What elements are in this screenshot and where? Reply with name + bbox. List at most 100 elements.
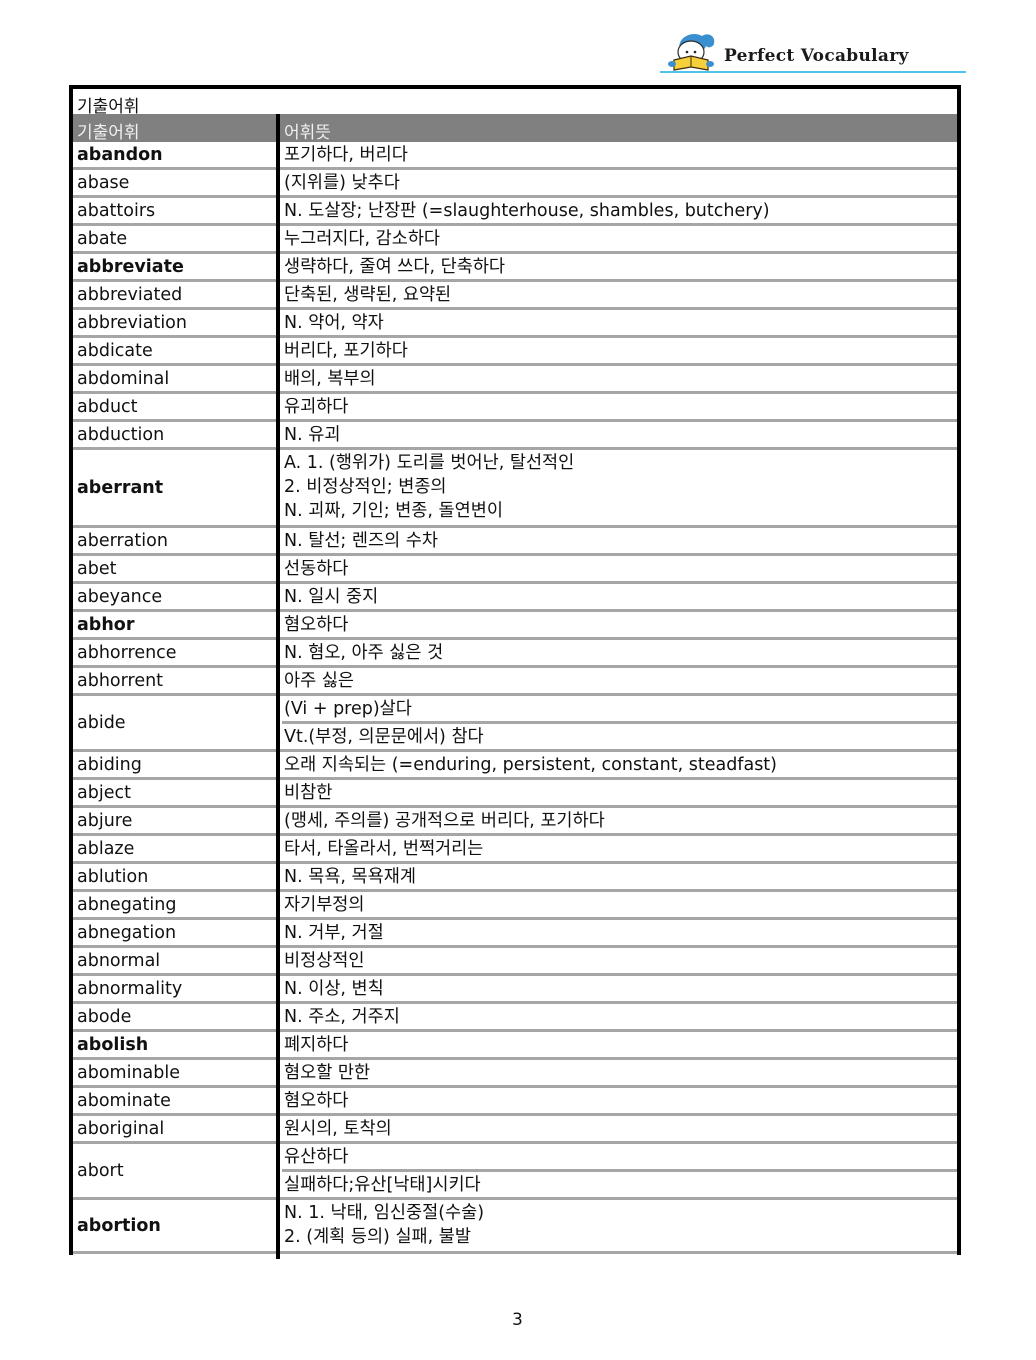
vocab-meaning-cell: 유산하다실패하다;유산[낙태]시키다 [282,1144,957,1195]
vocab-word: aboriginal [77,1118,165,1139]
vocab-meaning-cell: N. 거부, 거절 [282,920,957,945]
table-row: abhor 혐오하다 [73,612,957,640]
vocab-word: aberration [77,530,168,551]
table-row: abominable 혐오할 만한 [73,1060,957,1088]
vocab-meaning-cell: N. 도살장; 난장판 (=slaughterhouse, shambles, … [282,198,957,223]
meaning-line: 선동하다 [284,559,349,579]
vocab-word: abominable [77,1062,181,1083]
table-row: abattoirs N. 도살장; 난장판 (=slaughterhouse, s… [73,198,957,226]
table-row: abode N. 주소, 거주지 [73,1004,957,1032]
vocab-meaning: 배의, 복부의 [282,366,957,391]
table-row: abeyance N. 일시 중지 [73,584,957,612]
meaning-line: N. 주소, 거주지 [284,1007,400,1027]
vocab-word: abode [77,1006,132,1027]
meaning-line: 혐오할 만한 [284,1063,371,1083]
table-row: abase (지위를) 낮추다 [73,170,957,198]
meaning-line: N. 괴짜, 기인; 변종, 돌연변이 [284,501,503,521]
vocab-word: abide [77,712,126,733]
table-row: ablution N. 목욕, 목욕재계 [73,864,957,892]
vocab-meaning-cell: 포기하다, 버리다 [282,142,957,167]
vocab-meaning: 유산하다 [282,1144,957,1169]
vocab-meaning-cell: 오래 지속되는 (=enduring, persistent, constant… [282,752,957,777]
vocab-meaning: 혐오하다 [282,1088,957,1113]
vocab-meaning: N. 목욕, 목욕재계 [282,864,957,889]
vocab-meaning: 혐오하다 [282,612,957,637]
table-row: abnegation N. 거부, 거절 [73,920,957,948]
meaning-line: 혐오하다 [284,615,349,635]
table-row: abet 선동하다 [73,556,957,584]
vocab-meaning-cell: 혐오할 만한 [282,1060,957,1085]
vocab-meaning-cell: 혐오하다 [282,1088,957,1113]
vocab-meaning: 버리다, 포기하다 [282,338,957,363]
vocab-meaning-cell: 단축된, 생략된, 요약된 [282,282,957,307]
vocab-meaning: (맹세, 주의를) 공개적으로 버리다, 포기하다 [282,808,957,833]
vocab-meaning-cell: 비참한 [282,780,957,805]
meaning-line: N. 탈선; 렌즈의 수차 [284,531,438,551]
table-row: aboriginal 원시의, 토착의 [73,1116,957,1144]
table-row: abide (Vi + prep)살다 Vt.(부정, 의문문에서) 참다 [73,696,957,752]
table-title-row: 기출어휘 [73,89,957,117]
meaning-line: 실패하다;유산[낙태]시키다 [284,1175,481,1195]
vocab-word: abate [77,228,128,249]
vocab-meaning-cell: 선동하다 [282,556,957,581]
column-header-word: 기출어휘 [77,123,140,143]
vocab-meaning-cell: (지위를) 낮추다 [282,170,957,195]
meaning-line: N. 1. 낙태, 임신중절(수술) [284,1203,485,1223]
vocab-meaning-cell: N. 혐오, 아주 싫은 것 [282,640,957,665]
vocab-word: abolish [77,1034,149,1055]
vocab-meaning-cell: 버리다, 포기하다 [282,338,957,363]
vocab-word: abject [77,782,131,803]
vocab-meaning-cell: A. 1. (행위가) 도리를 벗어난, 탈선적인 2. 비정상적인; 변종의 N.… [282,450,957,525]
vocab-word: abiding [77,754,142,775]
vocab-meaning: 자기부정의 [282,892,957,917]
table-row: abort 유산하다 실패하다;유산[낙태]시키다 [73,1144,957,1200]
table-row: aberrant A. 1. (행위가) 도리를 벗어난, 탈선적인 2. 비정상적… [73,450,957,528]
meaning-line: (맹세, 주의를) 공개적으로 버리다, 포기하다 [284,811,605,831]
brand-logo: Perfect Vocabulary [660,28,970,76]
vocab-word: abnegation [77,922,177,943]
table-row: abominate 혐오하다 [73,1088,957,1116]
meaning-line: 생략하다, 줄여 쓰다, 단축하다 [284,257,506,277]
meaning-line: 혐오하다 [284,1091,349,1111]
vocab-meaning: 타서, 타올라서, 번쩍거리는 [282,836,957,861]
table-row: abnormality N. 이상, 변칙 [73,976,957,1004]
vocab-meaning: A. 1. (행위가) 도리를 벗어난, 탈선적인 2. 비정상적인; 변종의 N.… [282,450,957,525]
vocab-word: abhorrence [77,642,177,663]
vocab-meaning: N. 일시 중지 [282,584,957,609]
vocab-meaning-cell: 원시의, 토착의 [282,1116,957,1141]
column-divider [276,114,280,1259]
vocab-meaning: Vt.(부정, 의문문에서) 참다 [282,721,957,747]
meaning-line: A. 1. (행위가) 도리를 벗어난, 탈선적인 [284,453,575,473]
meaning-line: 유산하다 [284,1147,349,1167]
vocab-word: abase [77,172,130,193]
vocab-meaning: 비정상적인 [282,948,957,973]
table-row: abbreviated 단축된, 생략된, 요약된 [73,282,957,310]
vocab-meaning: 폐지하다 [282,1032,957,1057]
table-row: abolish 폐지하다 [73,1032,957,1060]
column-header-meaning: 어휘뜻 [284,123,331,143]
vocab-meaning-cell: 아주 싫은 [282,668,957,693]
vocab-meaning-cell: N. 일시 중지 [282,584,957,609]
table-row: abiding 오래 지속되는 (=enduring, persistent, c… [73,752,957,780]
table-row: abate 누그러지다, 감소하다 [73,226,957,254]
vocab-meaning: (Vi + prep)살다 [282,696,957,721]
table-row: abnormal 비정상적인 [73,948,957,976]
vocab-word: abduction [77,424,165,445]
vocab-word: abet [77,558,117,579]
vocab-word: abdominal [77,368,170,389]
vocab-meaning: 선동하다 [282,556,957,581]
table-row: abhorrent 아주 싫은 [73,668,957,696]
meaning-line: 폐지하다 [284,1035,349,1055]
vocab-word: abattoirs [77,200,156,221]
vocab-meaning: 포기하다, 버리다 [282,142,957,167]
vocab-meaning: N. 탈선; 렌즈의 수차 [282,528,957,553]
table-row: ablaze 타서, 타올라서, 번쩍거리는 [73,836,957,864]
meaning-line: 유괴하다 [284,397,349,417]
vocab-meaning-cell: 폐지하다 [282,1032,957,1057]
table-row: abnegating 자기부정의 [73,892,957,920]
vocab-word: abnormal [77,950,161,971]
meaning-line: 배의, 복부의 [284,369,376,389]
meaning-line: 원시의, 토착의 [284,1119,392,1139]
vocab-meaning-cell: N. 목욕, 목욕재계 [282,864,957,889]
table-row: abandon 포기하다, 버리다 [73,142,957,170]
